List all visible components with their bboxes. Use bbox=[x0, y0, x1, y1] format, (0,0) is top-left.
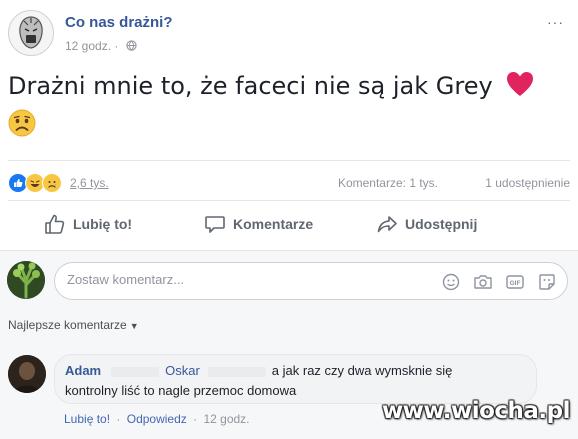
thumbs-up-icon bbox=[45, 214, 65, 234]
stats-row: 2,6 tys. Komentarze: 1 tys. 1 udostępnie… bbox=[0, 170, 578, 196]
tagged-user[interactable]: Oskar bbox=[165, 363, 200, 378]
like-label: Lubię to! bbox=[73, 216, 133, 232]
svg-text:GIF: GIF bbox=[510, 280, 521, 287]
comment-label: Komentarze bbox=[233, 216, 314, 232]
comment-sort-dropdown[interactable]: Najlepsze komentarze ▼ bbox=[8, 318, 139, 332]
sticker-icon[interactable] bbox=[537, 272, 557, 292]
post-text: Drażni mnie to, że faceci nie są jak Gre… bbox=[8, 72, 493, 100]
share-icon bbox=[377, 216, 397, 233]
comment-actions: Lubię to! · Odpowiedz · 12 godz. bbox=[64, 412, 250, 426]
separator-dot: · bbox=[114, 39, 122, 53]
caret-down-icon: ▼ bbox=[129, 321, 139, 331]
action-bar: Lubię to! Komentarze Udostępnij bbox=[0, 203, 578, 248]
comment-line-1: Adam Oskar a jak raz czy dwa wymsknie się bbox=[65, 363, 452, 378]
redacted-name bbox=[111, 366, 160, 377]
post-message: Drażni mnie to, że faceci nie są jak Gre… bbox=[8, 70, 568, 145]
page-avatar-image bbox=[9, 11, 53, 55]
page-avatar[interactable] bbox=[8, 10, 54, 56]
comment-reply-link[interactable]: Odpowiedz bbox=[127, 412, 187, 426]
separator-dot: · bbox=[193, 412, 198, 426]
commenter-avatar[interactable] bbox=[8, 355, 46, 393]
post-meta: 12 godz. · bbox=[65, 39, 137, 54]
post-time[interactable]: 12 godz. bbox=[65, 39, 111, 53]
comment-time[interactable]: 12 godz. bbox=[203, 412, 249, 426]
comment-icon bbox=[205, 216, 225, 233]
reaction-count[interactable]: 2,6 tys. bbox=[70, 176, 109, 190]
comment-input[interactable] bbox=[67, 272, 407, 287]
comment-count[interactable]: Komentarze: 1 tys. bbox=[338, 176, 438, 190]
commenter-avatar-image bbox=[8, 355, 46, 393]
globe-icon bbox=[126, 40, 137, 54]
heart-icon bbox=[506, 71, 534, 105]
divider bbox=[8, 160, 570, 161]
comment-text-1: a jak raz czy dwa wymsknie się bbox=[271, 363, 453, 378]
page-name[interactable]: Co nas drażni? bbox=[65, 14, 173, 31]
reaction-icons[interactable] bbox=[8, 173, 62, 193]
redacted-name bbox=[207, 366, 266, 377]
divider bbox=[8, 200, 570, 201]
sad-face-icon bbox=[8, 109, 568, 145]
like-button[interactable]: Lubię to! bbox=[44, 213, 132, 235]
camera-icon[interactable] bbox=[473, 272, 493, 292]
watermark: www.wiocha.pl bbox=[381, 398, 571, 424]
comment-author[interactable]: Adam bbox=[65, 363, 101, 378]
gif-icon[interactable]: GIF bbox=[505, 272, 525, 292]
comment-box[interactable]: GIF bbox=[54, 262, 568, 300]
share-count[interactable]: 1 udostępnienie bbox=[485, 176, 570, 190]
separator-dot: · bbox=[116, 412, 121, 426]
share-label: Udostępnij bbox=[405, 216, 478, 232]
sort-label: Najlepsze komentarze bbox=[8, 318, 127, 332]
share-button[interactable]: Udostępnij bbox=[376, 213, 477, 235]
sad-reaction-icon bbox=[42, 173, 62, 193]
emoji-icon[interactable] bbox=[441, 272, 461, 292]
more-options-icon[interactable]: ··· bbox=[547, 14, 564, 30]
post-header: Co nas drażni? 12 godz. · ··· bbox=[0, 0, 578, 60]
comment-box-icons: GIF bbox=[441, 272, 557, 292]
user-avatar[interactable] bbox=[7, 261, 45, 299]
comment-button[interactable]: Komentarze bbox=[204, 213, 313, 235]
comment-bubble: Adam Oskar a jak raz czy dwa wymsknie się … bbox=[54, 354, 537, 404]
comment-like-link[interactable]: Lubię to! bbox=[64, 412, 110, 426]
plant-avatar-image bbox=[7, 261, 45, 299]
comment-text-2: kontrolny liść to nagle przemoc domowa bbox=[65, 383, 297, 398]
